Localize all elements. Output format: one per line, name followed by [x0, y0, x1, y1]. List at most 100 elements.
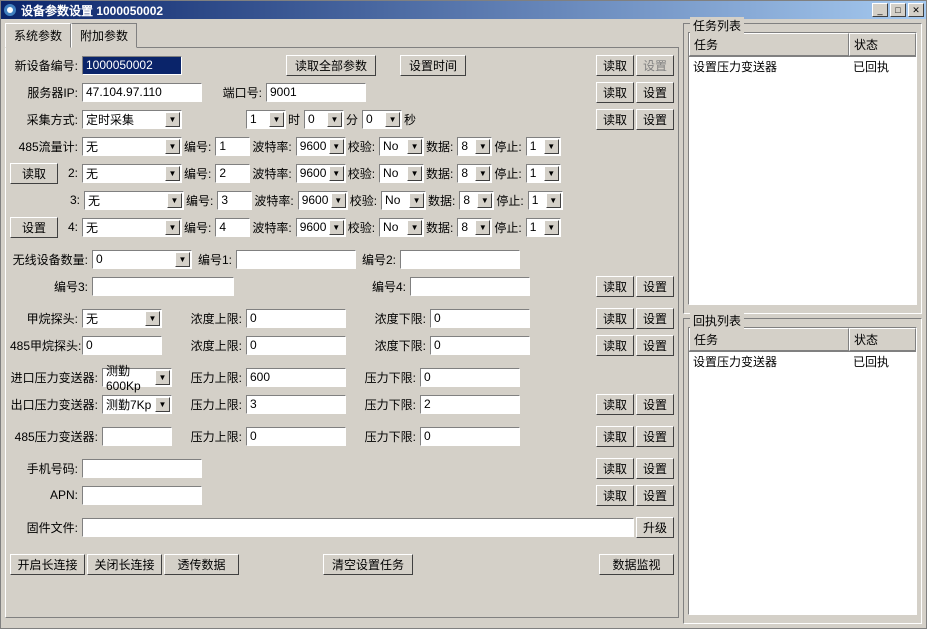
chevron-down-icon[interactable]: ▼: [544, 166, 559, 181]
chevron-down-icon[interactable]: ▼: [155, 397, 170, 412]
open-long-button[interactable]: 开启长连接: [10, 554, 85, 575]
hour-combo[interactable]: 1▼: [246, 110, 286, 129]
pressure485-input[interactable]: [102, 427, 172, 446]
flow4-stop-combo[interactable]: 1▼: [526, 218, 561, 237]
phone-input[interactable]: [82, 459, 202, 478]
set-button-apn[interactable]: 设置: [636, 485, 674, 506]
flow1-baud-combo[interactable]: 9600▼: [296, 137, 346, 156]
flow2-baud-combo[interactable]: 9600▼: [296, 164, 346, 183]
server-ip-input[interactable]: [82, 83, 202, 102]
set-button-wireless[interactable]: 设置: [636, 276, 674, 297]
chevron-down-icon[interactable]: ▼: [329, 166, 344, 181]
chevron-down-icon[interactable]: ▼: [155, 370, 170, 385]
task-list-row[interactable]: 设置压力变送器 已回执: [689, 57, 916, 76]
outlet-model-combo[interactable]: 测勤7Kp▼: [102, 395, 172, 414]
set-button-3[interactable]: 设置: [636, 109, 674, 130]
set-button-1[interactable]: 设置: [636, 55, 674, 76]
chevron-down-icon[interactable]: ▼: [407, 220, 422, 235]
flow1-check-combo[interactable]: No▼: [379, 137, 424, 156]
p485-lower-input[interactable]: [420, 427, 520, 446]
inlet-upper-input[interactable]: [246, 368, 346, 387]
chevron-down-icon[interactable]: ▼: [329, 220, 344, 235]
flow3-stop-combo[interactable]: 1▼: [528, 191, 563, 210]
read-button-phone[interactable]: 读取: [596, 458, 634, 479]
flow1-stop-combo[interactable]: 1▼: [526, 137, 561, 156]
tab-system-params[interactable]: 系统参数: [5, 23, 71, 48]
chevron-down-icon[interactable]: ▼: [475, 139, 490, 154]
inlet-model-combo[interactable]: 测勤600Kp▼: [102, 368, 172, 387]
flow4-baud-combo[interactable]: 9600▼: [296, 218, 346, 237]
monitor-button[interactable]: 数据监视: [599, 554, 674, 575]
chevron-down-icon[interactable]: ▼: [327, 112, 342, 127]
set-button-methane485[interactable]: 设置: [636, 335, 674, 356]
read-button-apn[interactable]: 读取: [596, 485, 634, 506]
collect-mode-combo[interactable]: 定时采集▼: [82, 110, 182, 129]
chevron-down-icon[interactable]: ▼: [546, 193, 561, 208]
chevron-down-icon[interactable]: ▼: [165, 166, 180, 181]
set-button-p485[interactable]: 设置: [636, 426, 674, 447]
set-button-flow[interactable]: 设置: [10, 217, 58, 238]
minimize-button[interactable]: _: [872, 3, 888, 17]
flow3-baud-combo[interactable]: 9600▼: [298, 191, 348, 210]
read-button-methane[interactable]: 读取: [596, 308, 634, 329]
read-all-button[interactable]: 读取全部参数: [286, 55, 376, 76]
read-button-pressure[interactable]: 读取: [596, 394, 634, 415]
outlet-upper-input[interactable]: [246, 395, 346, 414]
read-button-2[interactable]: 读取: [596, 82, 634, 103]
set-button-2[interactable]: 设置: [636, 82, 674, 103]
chevron-down-icon[interactable]: ▼: [477, 193, 492, 208]
close-long-button[interactable]: 关闭长连接: [87, 554, 162, 575]
receipt-header-status[interactable]: 状态: [849, 328, 916, 351]
flow4-num-input[interactable]: [215, 218, 250, 237]
wireless-count-combo[interactable]: 0▼: [92, 250, 192, 269]
inlet-lower-input[interactable]: [420, 368, 520, 387]
set-time-button[interactable]: 设置时间: [400, 55, 466, 76]
read-button-3[interactable]: 读取: [596, 109, 634, 130]
methane485-upper-input[interactable]: [246, 336, 346, 355]
wnum3-input[interactable]: [92, 277, 234, 296]
firmware-input[interactable]: [82, 518, 634, 537]
read-button-p485[interactable]: 读取: [596, 426, 634, 447]
flow2-stop-combo[interactable]: 1▼: [526, 164, 561, 183]
read-button-flow[interactable]: 读取: [10, 163, 58, 184]
methane-type-combo[interactable]: 无▼: [82, 309, 162, 328]
read-button-methane485[interactable]: 读取: [596, 335, 634, 356]
chevron-down-icon[interactable]: ▼: [407, 139, 422, 154]
flow3-check-combo[interactable]: No▼: [381, 191, 426, 210]
p485-upper-input[interactable]: [246, 427, 346, 446]
read-button-1[interactable]: 读取: [596, 55, 634, 76]
flow1-data-combo[interactable]: 8▼: [457, 137, 492, 156]
set-button-pressure[interactable]: 设置: [636, 394, 674, 415]
flow2-check-combo[interactable]: No▼: [379, 164, 424, 183]
chevron-down-icon[interactable]: ▼: [269, 112, 284, 127]
tab-extra-params[interactable]: 附加参数: [71, 23, 137, 48]
upgrade-button[interactable]: 升级: [636, 517, 674, 538]
methane-upper-input[interactable]: [246, 309, 346, 328]
close-button[interactable]: ✕: [908, 3, 924, 17]
retransmit-button[interactable]: 透传数据: [164, 554, 239, 575]
receipt-header-task[interactable]: 任务: [689, 328, 849, 351]
outlet-lower-input[interactable]: [420, 395, 520, 414]
read-button-wireless[interactable]: 读取: [596, 276, 634, 297]
chevron-down-icon[interactable]: ▼: [175, 252, 190, 267]
apn-input[interactable]: [82, 486, 202, 505]
chevron-down-icon[interactable]: ▼: [407, 166, 422, 181]
maximize-button[interactable]: □: [890, 3, 906, 17]
flow1-num-input[interactable]: [215, 137, 250, 156]
receipt-list-row[interactable]: 设置压力变送器 已回执: [689, 352, 916, 371]
chevron-down-icon[interactable]: ▼: [544, 220, 559, 235]
chevron-down-icon[interactable]: ▼: [385, 112, 400, 127]
flow2-num-input[interactable]: [215, 164, 250, 183]
flow3-type-combo[interactable]: 无▼: [84, 191, 184, 210]
flow2-data-combo[interactable]: 8▼: [457, 164, 492, 183]
device-id-input[interactable]: [82, 56, 182, 75]
flow1-type-combo[interactable]: 无▼: [82, 137, 182, 156]
flow4-data-combo[interactable]: 8▼: [457, 218, 492, 237]
wnum4-input[interactable]: [410, 277, 530, 296]
chevron-down-icon[interactable]: ▼: [544, 139, 559, 154]
task-header-status[interactable]: 状态: [849, 33, 916, 56]
chevron-down-icon[interactable]: ▼: [475, 220, 490, 235]
flow3-num-input[interactable]: [217, 191, 252, 210]
chevron-down-icon[interactable]: ▼: [475, 166, 490, 181]
set-button-methane[interactable]: 设置: [636, 308, 674, 329]
